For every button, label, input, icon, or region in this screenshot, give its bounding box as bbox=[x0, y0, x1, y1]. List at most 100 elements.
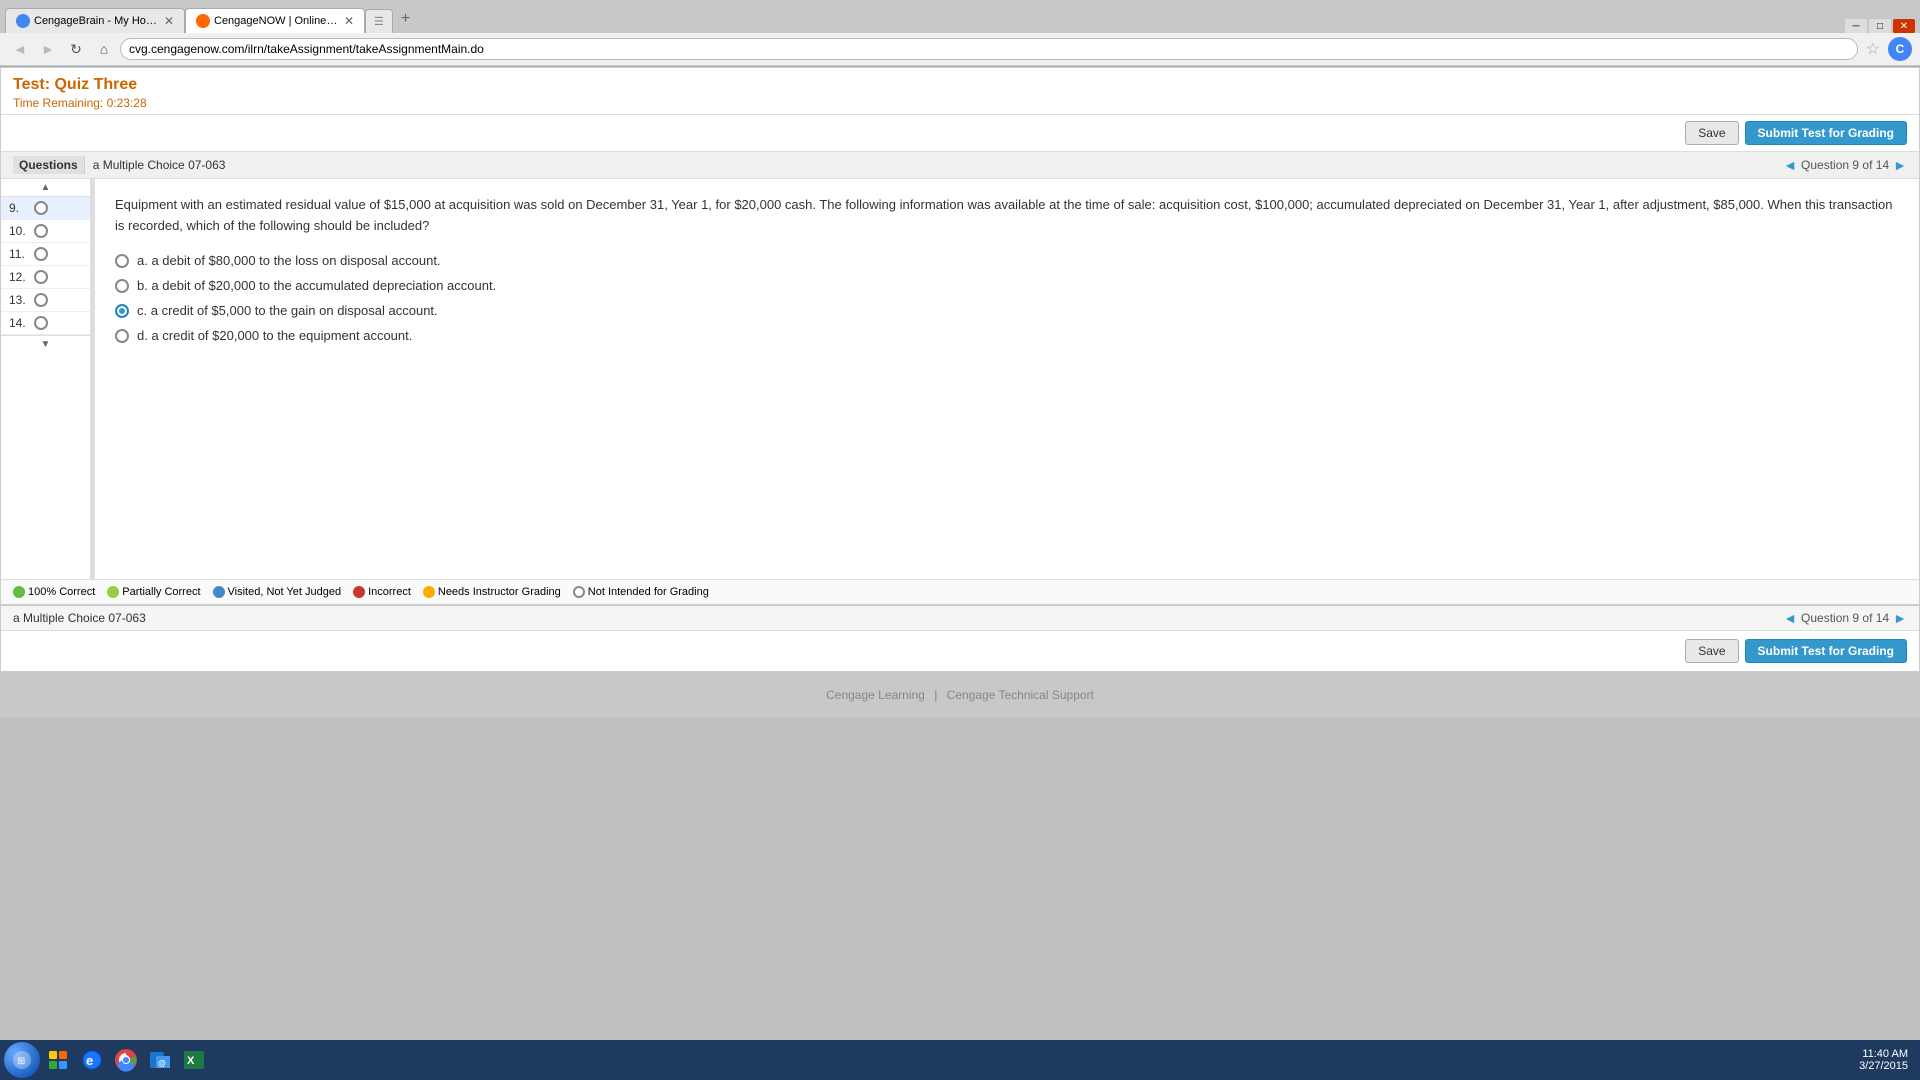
choice-c[interactable]: c. a credit of $5,000 to the gain on dis… bbox=[115, 303, 1899, 318]
legend-label-visited: Visited, Not Yet Judged bbox=[228, 586, 342, 598]
questions-label: Questions bbox=[13, 156, 85, 174]
tab-label-1: CengageBrain - My Hom... bbox=[34, 15, 158, 27]
question-num-12: 12. bbox=[9, 270, 34, 284]
scroll-down-arrow[interactable]: ▼ bbox=[1, 335, 90, 353]
tab-label-2: CengageNOW | Online te... bbox=[214, 15, 338, 27]
time-remaining-label: Time Remaining: bbox=[13, 96, 103, 110]
tab-centragebrain[interactable]: CengageBrain - My Hom... ✕ bbox=[5, 8, 185, 33]
bottom-info: a Multiple Choice 07-063 ◄ Question 9 of… bbox=[1, 606, 1919, 631]
main-content: Test: Quiz Three Time Remaining: 0:23:28… bbox=[0, 67, 1920, 672]
legend-not-intended: Not Intended for Grading bbox=[573, 586, 709, 598]
legend-label-incorrect: Incorrect bbox=[368, 586, 411, 598]
tab-cengagenow[interactable]: CengageNOW | Online te... ✕ bbox=[185, 8, 365, 33]
question-radio-11 bbox=[34, 247, 48, 261]
radio-c bbox=[115, 304, 129, 318]
svg-text:X: X bbox=[187, 1055, 195, 1067]
submit-button-bottom[interactable]: Submit Test for Grading bbox=[1745, 639, 1907, 663]
new-tab-button[interactable]: + bbox=[393, 5, 418, 33]
clock-date: 3/27/2015 bbox=[1859, 1060, 1908, 1072]
save-button-top[interactable]: Save bbox=[1685, 121, 1738, 145]
bottom-bar: a Multiple Choice 07-063 ◄ Question 9 of… bbox=[1, 604, 1919, 671]
question-item-9[interactable]: 9. bbox=[1, 197, 90, 220]
question-radio-12 bbox=[34, 270, 48, 284]
question-list-sidebar: ▲ 9. 10. 11. 12. 13. bbox=[1, 179, 91, 579]
save-button-bottom[interactable]: Save bbox=[1685, 639, 1738, 663]
question-nav-bottom: ◄ Question 9 of 14 ► bbox=[1783, 610, 1907, 626]
question-num-14: 14. bbox=[9, 316, 34, 330]
legend-label-instructor: Needs Instructor Grading bbox=[438, 586, 561, 598]
tab-new[interactable]: ☰ bbox=[365, 9, 393, 33]
tab-favicon-1 bbox=[16, 14, 30, 28]
taskbar-explorer-icon[interactable] bbox=[42, 1044, 74, 1076]
choice-b[interactable]: b. a debit of $20,000 to the accumulated… bbox=[115, 278, 1899, 293]
legend-dot-not-intended bbox=[573, 586, 585, 598]
taskbar-chrome-icon[interactable] bbox=[110, 1044, 142, 1076]
taskbar: ⊞ e @ X 11:40 AM 3/27/2015 bbox=[0, 1040, 1920, 1080]
question-item-12[interactable]: 12. bbox=[1, 266, 90, 289]
taskbar-clock: 11:40 AM 3/27/2015 bbox=[1859, 1048, 1916, 1072]
next-question-bottom[interactable]: ► bbox=[1893, 610, 1907, 626]
radio-b bbox=[115, 279, 129, 293]
radio-a bbox=[115, 254, 129, 268]
test-header: Test: Quiz Three Time Remaining: 0:23:28 bbox=[1, 68, 1919, 115]
legend: 100% Correct Partially Correct Visited, … bbox=[1, 579, 1919, 604]
prev-question-top[interactable]: ◄ bbox=[1783, 157, 1797, 173]
maximize-button[interactable]: □ bbox=[1869, 19, 1891, 33]
nav-bar: ◄ ► ↻ ⌂ ☆ C bbox=[0, 33, 1920, 66]
question-content: Equipment with an estimated residual val… bbox=[95, 179, 1919, 579]
question-nav-text-top: Question 9 of 14 bbox=[1801, 158, 1889, 172]
tab-close-2[interactable]: ✕ bbox=[344, 14, 354, 28]
taskbar-outlook-icon[interactable]: @ bbox=[144, 1044, 176, 1076]
legend-dot-instructor bbox=[423, 586, 435, 598]
choice-a[interactable]: a. a debit of $80,000 to the loss on dis… bbox=[115, 253, 1899, 268]
legend-dot-partial bbox=[107, 586, 119, 598]
next-question-top[interactable]: ► bbox=[1893, 157, 1907, 173]
question-num-11: 11. bbox=[9, 247, 34, 261]
cengage-support-link[interactable]: Cengage Technical Support bbox=[947, 688, 1094, 702]
forward-button[interactable]: ► bbox=[36, 37, 60, 61]
prev-question-bottom[interactable]: ◄ bbox=[1783, 610, 1797, 626]
browser-window: Test: Quiz Three Time Remaining: 0:23:28… bbox=[0, 67, 1920, 718]
choice-c-text: c. a credit of $5,000 to the gain on dis… bbox=[137, 303, 438, 318]
legend-label-not-intended: Not Intended for Grading bbox=[588, 586, 709, 598]
cengage-learning-link[interactable]: Cengage Learning bbox=[826, 688, 925, 702]
content-area: ▲ 9. 10. 11. 12. 13. bbox=[1, 179, 1919, 579]
radio-d bbox=[115, 329, 129, 343]
svg-text:@: @ bbox=[158, 1059, 166, 1068]
question-item-10[interactable]: 10. bbox=[1, 220, 90, 243]
question-item-13[interactable]: 13. bbox=[1, 289, 90, 312]
address-bar[interactable] bbox=[120, 38, 1858, 60]
refresh-button[interactable]: ↻ bbox=[64, 37, 88, 61]
close-button[interactable]: ✕ bbox=[1893, 19, 1915, 33]
taskbar-ie-icon[interactable]: e bbox=[76, 1044, 108, 1076]
back-button[interactable]: ◄ bbox=[8, 37, 32, 61]
question-item-11[interactable]: 11. bbox=[1, 243, 90, 266]
tab-bar: CengageBrain - My Hom... ✕ CengageNOW | … bbox=[0, 0, 1920, 33]
section-label-top: a Multiple Choice 07-063 bbox=[93, 158, 226, 172]
question-radio-9 bbox=[34, 201, 48, 215]
bookmark-star[interactable]: ☆ bbox=[1862, 39, 1884, 59]
question-radio-13 bbox=[34, 293, 48, 307]
tab-close-1[interactable]: ✕ bbox=[164, 14, 174, 28]
question-item-14[interactable]: 14. bbox=[1, 312, 90, 335]
submit-button-top[interactable]: Submit Test for Grading bbox=[1745, 121, 1907, 145]
home-button[interactable]: ⌂ bbox=[92, 37, 116, 61]
legend-incorrect: Incorrect bbox=[353, 586, 411, 598]
window-controls: ─ □ ✕ bbox=[1845, 19, 1915, 33]
legend-partial: Partially Correct bbox=[107, 586, 200, 598]
page-footer: Cengage Learning | Cengage Technical Sup… bbox=[0, 672, 1920, 718]
profile-icon: C bbox=[1888, 37, 1912, 61]
minimize-button[interactable]: ─ bbox=[1845, 19, 1867, 33]
choice-d[interactable]: d. a credit of $20,000 to the equipment … bbox=[115, 328, 1899, 343]
question-num-10: 10. bbox=[9, 224, 34, 238]
svg-text:⊞: ⊞ bbox=[17, 1056, 25, 1067]
question-nav-top: ◄ Question 9 of 14 ► bbox=[1783, 157, 1907, 173]
legend-label-partial: Partially Correct bbox=[122, 586, 200, 598]
start-button[interactable]: ⊞ bbox=[4, 1042, 40, 1078]
bottom-toolbar: Save Submit Test for Grading bbox=[1, 631, 1919, 671]
legend-instructor: Needs Instructor Grading bbox=[423, 586, 561, 598]
footer-separator: | bbox=[934, 688, 937, 702]
scroll-up-arrow[interactable]: ▲ bbox=[1, 179, 90, 197]
question-nav-text-bottom: Question 9 of 14 bbox=[1801, 611, 1889, 625]
taskbar-excel-icon[interactable]: X bbox=[178, 1044, 210, 1076]
